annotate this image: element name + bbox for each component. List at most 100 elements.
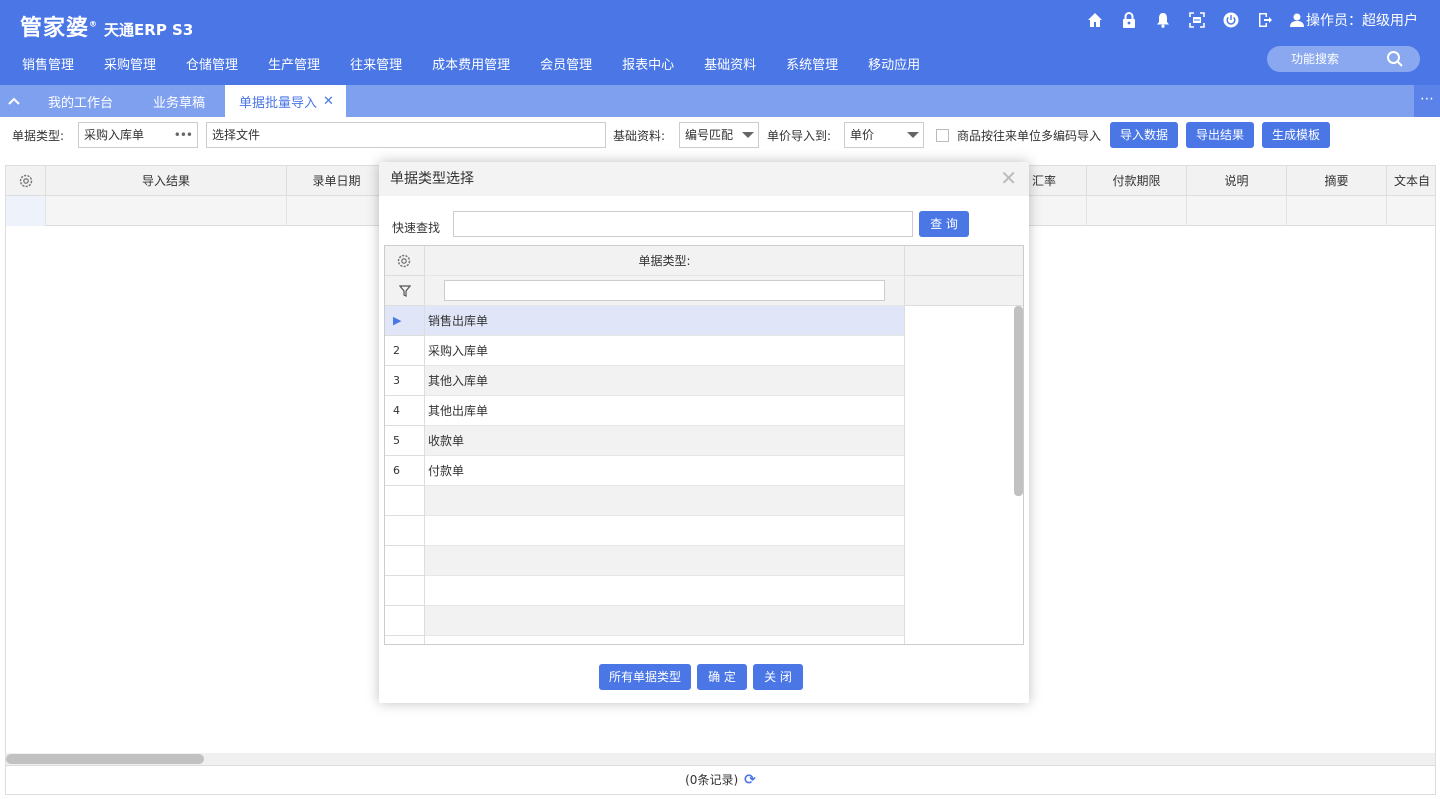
doc-type-name: 销售出库单	[425, 306, 905, 336]
lock-icon[interactable]	[1120, 11, 1138, 29]
base-data-value: 编号匹配	[685, 128, 734, 142]
logout-icon[interactable]	[1256, 11, 1274, 29]
filter-input[interactable]	[444, 280, 885, 301]
filter-row	[385, 276, 1023, 306]
close-tab-icon[interactable]: ✕	[323, 94, 334, 109]
tab-workbench[interactable]: 我的工作台	[28, 85, 133, 117]
menu-item-cost[interactable]: 成本费用管理	[432, 56, 510, 76]
doc-type-value: 采购入库单	[84, 128, 145, 142]
multi-code-label: 商品按往来单位多编码导入	[957, 129, 1102, 143]
list-item[interactable]: ▶ 销售出库单	[385, 306, 1023, 336]
menu-item-member[interactable]: 会员管理	[540, 56, 592, 76]
scrollbar-thumb[interactable]	[6, 754, 204, 764]
dialog-title: 单据类型选择	[379, 162, 1029, 196]
refresh-icon[interactable]: ⟳	[744, 772, 756, 788]
ellipsis-icon[interactable]: •••	[174, 123, 193, 147]
search-icon[interactable]	[1386, 50, 1404, 77]
tab-label: 我的工作台	[48, 95, 114, 111]
tab-batch-import[interactable]: 单据批量导入 ✕	[225, 85, 346, 117]
vertical-scrollbar[interactable]	[1013, 306, 1023, 644]
record-count: (0条记录)	[685, 773, 739, 787]
doc-type-label: 单据类型:	[12, 129, 65, 143]
doc-type-grid: 单据类型: ▶ 销售出库单 2 采购入库单 3 其他入库单 4 其他出库单 5 …	[384, 245, 1024, 645]
menu-item-system[interactable]: 系统管理	[786, 56, 838, 76]
menu-item-production[interactable]: 生产管理	[268, 56, 320, 76]
doc-type-name: 采购入库单	[425, 336, 905, 366]
column-import-result[interactable]: 导入结果	[46, 166, 287, 196]
column-payment-term[interactable]: 付款期限	[1087, 166, 1187, 196]
menu-item-warehouse[interactable]: 仓储管理	[186, 56, 238, 76]
filter-icon[interactable]	[385, 276, 425, 306]
menu-item-sales[interactable]: 销售管理	[22, 56, 74, 76]
empty-row	[385, 486, 1023, 516]
operator-info[interactable]: 操作员：超级用户	[1290, 10, 1418, 30]
tab-label: 业务草稿	[153, 95, 206, 111]
close-icon[interactable]: ✕	[1000, 168, 1017, 188]
row-number: 3	[385, 366, 425, 396]
empty-row	[385, 546, 1023, 576]
column-entry-date[interactable]: 录单日期	[287, 166, 387, 196]
confirm-button[interactable]: 确 定	[697, 664, 747, 690]
chevron-down-icon	[742, 132, 754, 138]
power-icon[interactable]	[1222, 11, 1240, 29]
menu-item-reports[interactable]: 报表中心	[622, 56, 674, 76]
tab-drafts[interactable]: 业务草稿	[133, 85, 225, 117]
column-description[interactable]: 说明	[1187, 166, 1287, 196]
horizontal-scrollbar[interactable]	[6, 753, 1435, 765]
all-doc-types-button[interactable]: 所有单据类型	[599, 664, 691, 690]
import-data-button[interactable]: 导入数据	[1110, 122, 1178, 148]
generate-template-button[interactable]: 生成模板	[1262, 122, 1330, 148]
function-search[interactable]: 功能搜索	[1267, 46, 1420, 72]
list-item[interactable]: 4 其他出库单	[385, 396, 1023, 426]
column-doc-type[interactable]: 单据类型:	[425, 246, 905, 276]
query-button[interactable]: 查 询	[919, 211, 969, 237]
doc-type-field[interactable]: 采购入库单 •••	[78, 122, 198, 148]
doc-type-name: 付款单	[425, 456, 905, 486]
column-summary[interactable]: 摘要	[1287, 166, 1387, 196]
grid-settings-icon[interactable]	[6, 166, 46, 196]
column-text[interactable]: 文本自	[1387, 166, 1437, 196]
quick-search-label: 快速查找	[392, 221, 441, 235]
multi-code-checkbox[interactable]	[936, 129, 949, 142]
scrollbar-thumb[interactable]	[1014, 306, 1023, 496]
list-item[interactable]: 3 其他入库单	[385, 366, 1023, 396]
list-item[interactable]: 2 采购入库单	[385, 336, 1023, 366]
column-empty	[905, 246, 1023, 276]
base-data-label: 基础资料:	[613, 129, 666, 143]
row-number: 6	[385, 456, 425, 486]
operator-label: 操作员：超级用户	[1306, 13, 1418, 29]
empty-row	[385, 516, 1023, 546]
grid-settings-icon[interactable]	[385, 246, 425, 276]
collapse-icon[interactable]	[0, 85, 28, 117]
price-import-select[interactable]: 单价	[844, 122, 924, 148]
scan-icon[interactable]	[1188, 11, 1206, 29]
doc-type-name: 其他出库单	[425, 396, 905, 426]
table-cell	[1187, 196, 1287, 226]
quick-search-input[interactable]	[453, 211, 913, 237]
user-icon	[1290, 13, 1304, 27]
price-import-label: 单价导入到:	[767, 129, 832, 143]
home-icon[interactable]	[1086, 11, 1104, 29]
logo-sub: 天通ERP S3	[104, 21, 194, 39]
row-number: 4	[385, 396, 425, 426]
export-result-button[interactable]: 导出结果	[1186, 122, 1254, 148]
bell-icon[interactable]	[1154, 11, 1172, 29]
function-search-label: 功能搜索	[1291, 52, 1340, 66]
close-button[interactable]: 关 闭	[753, 664, 803, 690]
menu-item-basic-data[interactable]: 基础资料	[704, 56, 756, 76]
menu-item-mobile[interactable]: 移动应用	[868, 56, 920, 76]
file-select-value: 选择文件	[212, 128, 261, 142]
logo-main: 管家婆	[20, 16, 90, 41]
menu-item-purchase[interactable]: 采购管理	[104, 56, 156, 76]
menu-item-accounts[interactable]: 往来管理	[350, 56, 402, 76]
empty-row	[385, 636, 1023, 644]
row-indicator	[6, 196, 46, 226]
app-logo: 管家婆® 天通ERP S3	[20, 10, 193, 42]
list-item[interactable]: 5 收款单	[385, 426, 1023, 456]
more-icon[interactable]: ⋯	[1414, 85, 1440, 117]
tab-label: 单据批量导入	[239, 95, 318, 111]
base-data-select[interactable]: 编号匹配	[679, 122, 759, 148]
file-select-field[interactable]: 选择文件	[206, 122, 606, 148]
list-item[interactable]: 6 付款单	[385, 456, 1023, 486]
top-bar: 管家婆® 天通ERP S3 操作员：超级用户 销售管理 采购管理 仓储管理 生产管…	[0, 0, 1440, 85]
